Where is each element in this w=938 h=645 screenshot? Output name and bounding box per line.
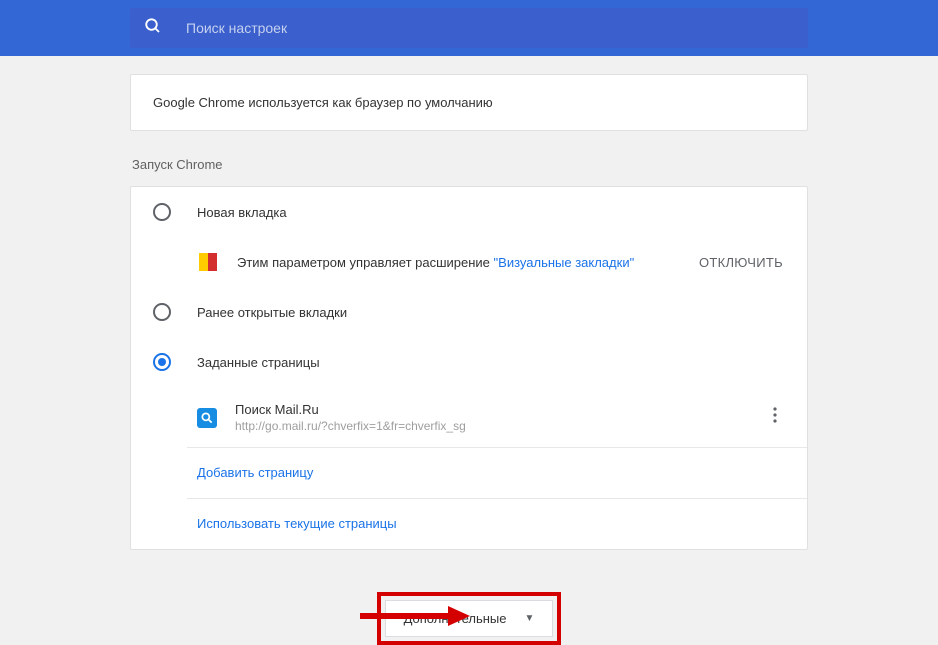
radio-icon-selected: [153, 353, 171, 371]
add-page-row[interactable]: Добавить страницу: [187, 448, 807, 499]
page-name: Поиск Mail.Ru: [235, 402, 765, 417]
startup-page-item: Поиск Mail.Ru http://go.mail.ru/?chverfi…: [187, 388, 807, 448]
default-browser-card: Google Chrome используется как браузер п…: [130, 74, 808, 131]
content-area: Google Chrome используется как браузер п…: [0, 74, 938, 645]
radio-label: Новая вкладка: [197, 205, 287, 220]
search-input[interactable]: [186, 20, 794, 36]
startup-section-title: Запуск Chrome: [132, 157, 808, 172]
page-info: Поиск Mail.Ru http://go.mail.ru/?chverfi…: [235, 402, 765, 433]
radio-continue[interactable]: Ранее открытые вкладки: [131, 287, 807, 337]
page-url: http://go.mail.ru/?chverfix=1&fr=chverfi…: [235, 419, 765, 433]
radio-new-tab[interactable]: Новая вкладка: [131, 187, 807, 237]
extension-icon: [197, 251, 219, 273]
extension-notice: Этим параметром управляет расширение "Ви…: [131, 237, 807, 287]
radio-icon: [153, 303, 171, 321]
radio-label: Заданные страницы: [197, 355, 320, 370]
use-current-link[interactable]: Использовать текущие страницы: [197, 516, 397, 531]
add-page-link[interactable]: Добавить страницу: [197, 465, 313, 480]
search-bar[interactable]: [130, 8, 808, 48]
extension-link[interactable]: "Визуальные закладки": [494, 255, 635, 270]
more-options-icon[interactable]: [765, 407, 785, 428]
header-bar: [0, 0, 938, 56]
chevron-down-icon: ▼: [525, 613, 535, 624]
startup-pages-list: Поиск Mail.Ru http://go.mail.ru/?chverfi…: [187, 387, 807, 549]
site-favicon-icon: [197, 408, 217, 428]
use-current-row[interactable]: Использовать текущие страницы: [187, 499, 807, 549]
extension-text-part: Этим параметром управляет расширение: [237, 255, 494, 270]
default-browser-text: Google Chrome используется как браузер п…: [153, 95, 785, 110]
search-icon: [144, 17, 162, 40]
radio-label: Ранее открытые вкладки: [197, 305, 347, 320]
annotation-arrow-icon: [360, 604, 470, 628]
disable-button[interactable]: ОТКЛЮЧИТЬ: [699, 255, 785, 270]
radio-specific-pages[interactable]: Заданные страницы: [131, 337, 807, 387]
extension-text: Этим параметром управляет расширение "Ви…: [237, 255, 699, 270]
startup-card: Новая вкладка Этим параметром управляет …: [130, 186, 808, 550]
radio-icon: [153, 203, 171, 221]
advanced-area: Дополнительные ▼: [130, 592, 808, 645]
